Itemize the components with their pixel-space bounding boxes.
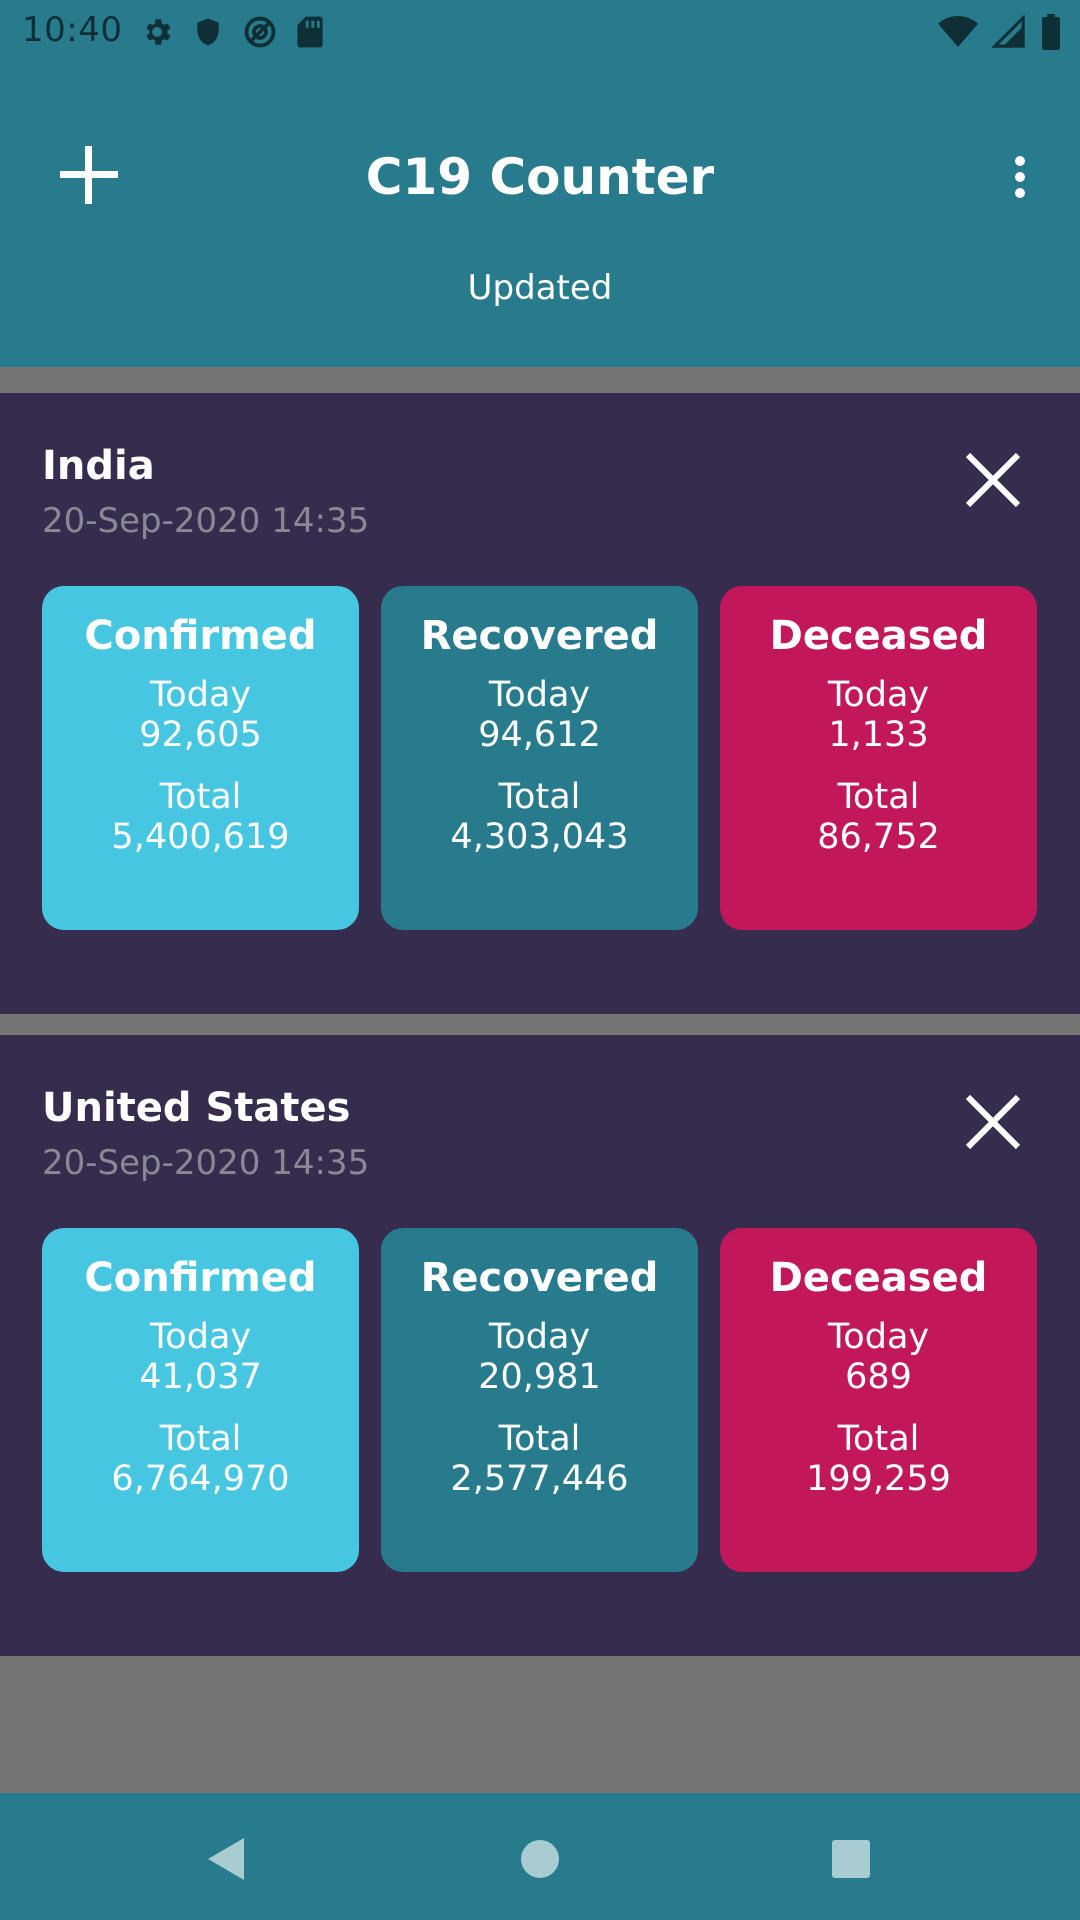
stats-tiles: Confirmed Today 41,037 Total 6,764,970 R… [42, 1228, 1037, 1572]
wifi-icon [938, 15, 978, 53]
shield-icon [192, 15, 224, 53]
country-name: India [42, 443, 155, 489]
tile-title: Recovered [420, 613, 659, 659]
confirmed-tile[interactable]: Confirmed Today 41,037 Total 6,764,970 [42, 1228, 359, 1572]
deceased-tile[interactable]: Deceased Today 1,133 Total 86,752 [720, 586, 1037, 930]
today-label: Today [488, 1317, 591, 1357]
recovered-tile[interactable]: Recovered Today 20,981 Total 2,577,446 [381, 1228, 698, 1572]
stats-tiles: Confirmed Today 92,605 Total 5,400,619 R… [42, 586, 1037, 930]
navigation-bar [0, 1793, 1080, 1920]
status-time: 10:40 [22, 10, 123, 50]
country-name: United States [42, 1085, 351, 1131]
country-card-india: India 20-Sep-2020 14:35 Confirmed Today … [0, 393, 1080, 1014]
status-right-icons [938, 14, 1062, 54]
tile-title: Recovered [420, 1255, 659, 1301]
nav-recents-button[interactable] [821, 1831, 881, 1891]
cell-signal-icon [991, 14, 1026, 53]
total-value: 5,400,619 [111, 817, 290, 857]
nav-home-button[interactable] [510, 1831, 570, 1891]
gear-icon [140, 15, 174, 53]
page-title: C19 Counter [365, 148, 715, 206]
nav-back-button[interactable] [195, 1831, 255, 1891]
remove-country-button[interactable] [964, 1093, 1022, 1155]
total-value: 86,752 [817, 817, 940, 857]
recents-icon [829, 1837, 873, 1885]
country-card-united-states: United States 20-Sep-2020 14:35 Confirme… [0, 1035, 1080, 1656]
today-value: 20,981 [478, 1357, 601, 1397]
country-updated-date: 20-Sep-2020 14:35 [42, 1143, 370, 1183]
close-icon [964, 1093, 1022, 1155]
close-icon [964, 451, 1022, 513]
today-label: Today [488, 675, 591, 715]
tile-title: Confirmed [84, 613, 317, 659]
status-bar: 10:40 [0, 0, 1080, 64]
app-bar [0, 64, 1080, 367]
today-value: 41,037 [139, 1357, 262, 1397]
sd-card-icon [296, 15, 324, 53]
remove-country-button[interactable] [964, 451, 1022, 513]
recovered-tile[interactable]: Recovered Today 94,612 Total 4,303,043 [381, 586, 698, 930]
country-updated-date: 20-Sep-2020 14:35 [42, 501, 370, 541]
confirmed-tile[interactable]: Confirmed Today 92,605 Total 5,400,619 [42, 586, 359, 930]
back-icon [202, 1834, 248, 1888]
today-label: Today [149, 1317, 252, 1357]
today-label: Today [827, 1317, 930, 1357]
total-value: 2,577,446 [450, 1459, 629, 1499]
total-value: 4,303,043 [450, 817, 629, 857]
battery-icon [1040, 14, 1062, 54]
total-value: 199,259 [806, 1459, 951, 1499]
today-value: 92,605 [139, 715, 262, 755]
today-label: Today [827, 675, 930, 715]
tile-title: Deceased [769, 1255, 988, 1301]
status-left-icons [140, 14, 324, 54]
today-value: 94,612 [478, 715, 601, 755]
total-label: Total [837, 1419, 920, 1459]
total-label: Total [498, 1419, 581, 1459]
total-label: Total [159, 1419, 242, 1459]
deceased-tile[interactable]: Deceased Today 689 Total 199,259 [720, 1228, 1037, 1572]
total-label: Total [498, 777, 581, 817]
today-label: Today [149, 675, 252, 715]
today-value: 1,133 [828, 715, 929, 755]
total-label: Total [837, 777, 920, 817]
tile-title: Deceased [769, 613, 988, 659]
today-value: 689 [845, 1357, 912, 1397]
total-label: Total [159, 777, 242, 817]
home-icon [517, 1836, 563, 1886]
overflow-menu-button[interactable] [1000, 148, 1040, 210]
tile-title: Confirmed [84, 1255, 317, 1301]
updated-label: Updated [467, 268, 613, 308]
more-vert-icon [1013, 155, 1027, 203]
total-value: 6,764,970 [111, 1459, 290, 1499]
vpn-icon [242, 14, 278, 54]
